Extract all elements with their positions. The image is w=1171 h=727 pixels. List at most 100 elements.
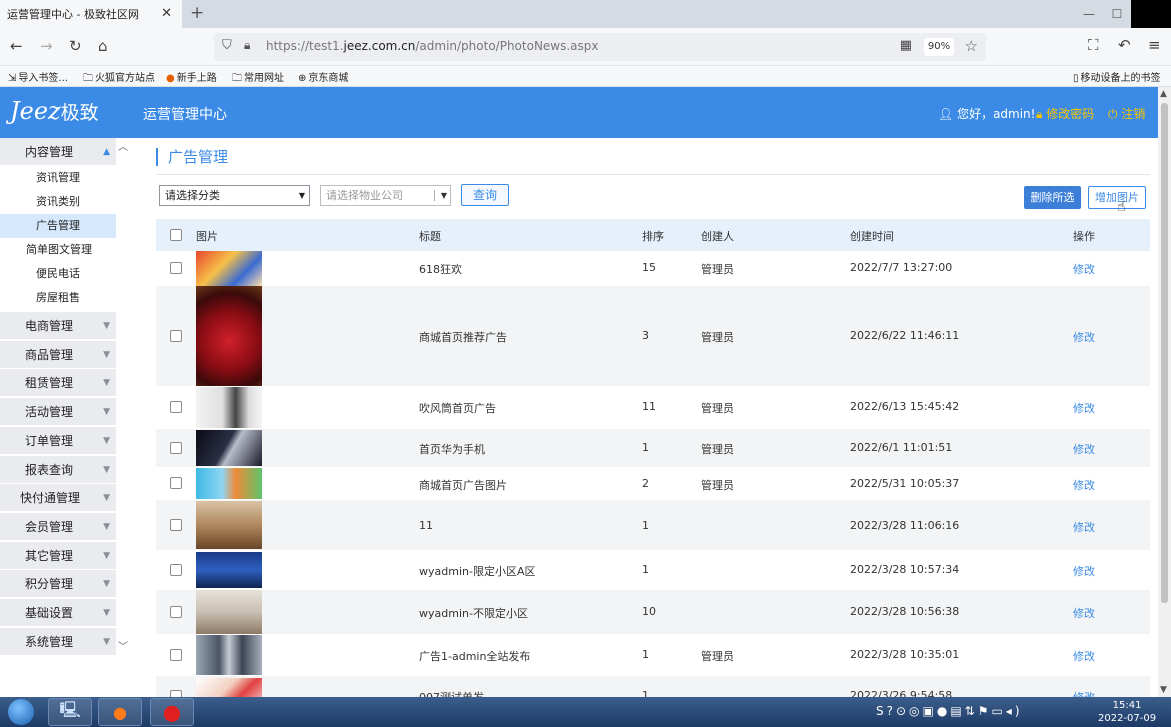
clock[interactable]: 15:41 2022-07-09 <box>1098 699 1156 725</box>
sidebar-group-quickpay[interactable]: 快付通管理 ▼ <box>0 484 116 513</box>
bookmark-firefox-site[interactable]: 🗀 火狐官方站点 <box>83 69 155 88</box>
edit-link[interactable]: 修改 <box>1073 519 1095 535</box>
caret-down-icon[interactable]: ▼ <box>441 186 447 205</box>
edit-link[interactable]: 修改 <box>1073 441 1095 457</box>
select-all-checkbox[interactable] <box>170 229 182 241</box>
lock-icon: 🔒︎ <box>1036 107 1043 121</box>
sidebar-group-content[interactable]: 内容管理 ▲ <box>0 138 116 166</box>
taskbar-app-recorder[interactable]: ⬤ <box>150 698 194 726</box>
bookmark-jd[interactable]: ⊕ 京东商城 <box>298 69 348 84</box>
zoom-level[interactable]: 90% <box>924 38 954 56</box>
extensions-icon[interactable]: ⛶ <box>1088 36 1099 54</box>
sidebar-item-housing[interactable]: 房屋租售 <box>0 286 116 310</box>
row-checkbox[interactable] <box>170 606 182 618</box>
sidebar-item-news-category[interactable]: 资讯类别 <box>0 190 116 214</box>
reload-icon[interactable]: ↻ <box>69 37 82 55</box>
sidebar-group-reports[interactable]: 报表查询 ▼ <box>0 455 116 484</box>
row-checkbox[interactable] <box>170 564 182 576</box>
triangle-down-icon: ▼ <box>103 321 110 331</box>
sidebar-group-system[interactable]: 系统管理 ▼ <box>0 627 116 656</box>
sidebar-group-basic[interactable]: 基础设置 ▼ <box>0 599 116 627</box>
start-button[interactable] <box>2 697 40 727</box>
edit-link[interactable]: 修改 <box>1073 400 1095 416</box>
greeting-text: 您好，admin! <box>957 107 1036 121</box>
sidebar-group-other[interactable]: 其它管理 ▼ <box>0 541 116 570</box>
bookmark-star-icon[interactable]: ☆ <box>965 37 978 55</box>
new-tab-icon[interactable]: + <box>190 3 204 23</box>
row-checkbox[interactable] <box>170 477 182 489</box>
lock-icon[interactable]: 🔒︎ <box>244 38 250 53</box>
taskbar-app-firefox[interactable]: ● <box>98 698 142 726</box>
row-checkbox[interactable] <box>170 262 182 274</box>
sidebar-group-points[interactable]: 积分管理 ▼ <box>0 570 116 599</box>
browser-tab[interactable]: 运营管理中心 - 极致社区网 ✕ <box>0 0 182 28</box>
row-checkbox[interactable] <box>170 649 182 661</box>
sidebar-group-leasing[interactable]: 租赁管理 ▼ <box>0 369 116 398</box>
sidebar-item-ads[interactable]: 广告管理 <box>0 214 116 238</box>
company-combobox[interactable]: 请选择物业公司 ▼ <box>320 185 451 206</box>
sidebar-group-activities[interactable]: 活动管理 ▼ <box>0 398 116 427</box>
query-button[interactable]: 查询 <box>461 184 509 206</box>
row-checkbox[interactable] <box>170 519 182 531</box>
taskbar-app-explorer[interactable]: 🖳︎ <box>48 698 92 726</box>
sidebar-group-members[interactable]: 会员管理 ▼ <box>0 512 116 541</box>
menu-icon[interactable]: ≡ <box>1148 36 1161 54</box>
row-checkbox[interactable] <box>170 401 182 413</box>
row-time: 2022/3/28 10:35:01 <box>850 648 960 661</box>
sidebar-group-ecommerce[interactable]: 电商管理 ▼ <box>0 312 116 340</box>
bookmark-mobile[interactable]: ▯ 移动设备上的书签 <box>1073 69 1161 84</box>
scroll-down-icon[interactable]: ▼ <box>1160 685 1167 695</box>
chevron-up-icon[interactable]: ︿ <box>118 138 128 153</box>
user-greeting: 👤︎ 您好，admin! <box>938 105 1035 122</box>
edit-link[interactable]: 修改 <box>1073 329 1095 345</box>
scroll-up-icon[interactable]: ▲ <box>1160 89 1167 99</box>
category-select[interactable]: 请选择分类 ▼ <box>159 185 310 206</box>
row-order: 15 <box>642 261 656 274</box>
col-action: 操作 <box>1073 230 1095 243</box>
home-icon[interactable]: ⌂ <box>98 37 108 55</box>
sidebar-group-orders[interactable]: 订单管理 ▼ <box>0 426 116 455</box>
logout-link[interactable]: ⏻ 注销 <box>1108 105 1145 122</box>
ad-thumbnail <box>196 251 262 286</box>
change-password-link[interactable]: 🔒︎ 修改密码 <box>1036 105 1094 122</box>
qr-code-icon[interactable]: ▦ <box>900 38 912 53</box>
sidebar-item-phone[interactable]: 便民电话 <box>0 262 116 286</box>
url-text[interactable]: https://test1.jeez.com.cn/admin/photo/Ph… <box>266 39 599 53</box>
row-order: 1 <box>642 519 649 532</box>
page-scrollbar[interactable]: ▲ ▼ <box>1158 87 1171 697</box>
sidebar-item-simple[interactable]: 简单图文管理 <box>0 238 116 262</box>
minimize-icon[interactable]: — <box>1075 7 1103 21</box>
system-tray[interactable]: S?⊙◎▣●▤⇅⚑▭◂) <box>876 704 1023 718</box>
row-title: 11 <box>419 519 433 532</box>
change-password-label: 修改密码 <box>1046 107 1095 121</box>
close-tab-icon[interactable]: ✕ <box>161 6 172 21</box>
sidebar-group-products[interactable]: 商品管理 ▼ <box>0 340 116 369</box>
undo-icon[interactable]: ↶ <box>1118 36 1131 54</box>
chevron-down-icon[interactable]: ﹀ <box>118 638 128 653</box>
address-bar[interactable]: ⛉ 🔒︎ https://test1.jeez.com.cn/admin/pho… <box>214 33 986 61</box>
back-icon[interactable]: ← <box>10 37 23 55</box>
edit-link[interactable]: 修改 <box>1073 648 1095 664</box>
bookmark-common-sites[interactable]: 🗀 常用网址 <box>232 69 284 88</box>
sidebar-item-news[interactable]: 资讯管理 <box>0 166 116 190</box>
edit-link[interactable]: 修改 <box>1073 563 1095 579</box>
row-checkbox[interactable] <box>170 330 182 342</box>
bookmark-import[interactable]: ⇲ 导入书签... <box>8 69 68 84</box>
row-checkbox[interactable] <box>170 690 182 697</box>
col-image: 图片 <box>196 230 218 243</box>
bookmark-getting-started[interactable]: ● 新手上路 <box>166 69 217 84</box>
shield-icon[interactable]: ⛉ <box>222 38 232 53</box>
row-time: 2022/6/1 11:01:51 <box>850 441 953 454</box>
maximize-icon[interactable]: ☐ <box>1103 7 1131 21</box>
edit-link[interactable]: 修改 <box>1073 605 1095 621</box>
row-checkbox[interactable] <box>170 442 182 454</box>
row-creator: 管理员 <box>701 479 734 492</box>
sidebar-scrollbar[interactable]: ︿ ﹀ <box>116 138 130 658</box>
edit-link[interactable]: 修改 <box>1073 689 1095 697</box>
windows-logo-icon <box>8 699 34 725</box>
edit-link[interactable]: 修改 <box>1073 261 1095 277</box>
edit-link[interactable]: 修改 <box>1073 477 1095 493</box>
forward-icon[interactable]: → <box>40 37 53 55</box>
delete-selected-button[interactable]: 删除所选 <box>1024 186 1081 209</box>
scrollbar-thumb[interactable] <box>1161 103 1168 603</box>
